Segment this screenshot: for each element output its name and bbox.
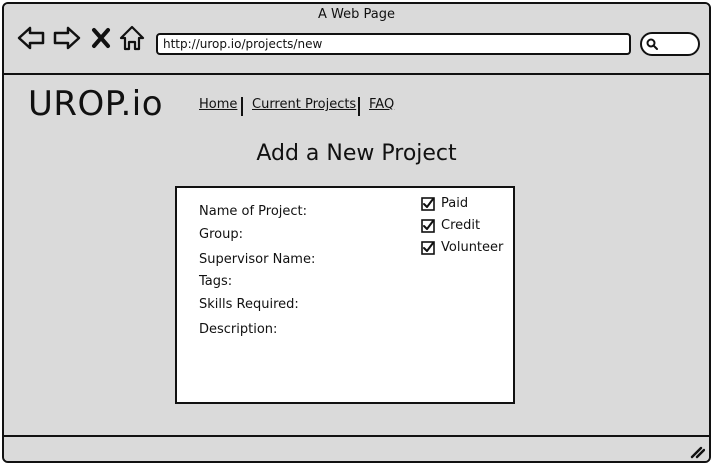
back-arrow-icon[interactable] <box>16 23 46 53</box>
search-icon <box>646 38 658 50</box>
checkmark-icon <box>421 241 435 255</box>
checkmark-icon <box>421 197 435 211</box>
nav-separator <box>358 97 360 116</box>
field-label-tags: Tags: <box>199 274 233 289</box>
status-bar <box>4 435 709 461</box>
field-label-supervisor: Supervisor Name: <box>199 252 316 267</box>
checkbox-label: Volunteer <box>441 240 504 255</box>
address-bar-input[interactable]: http://urop.io/projects/new <box>156 33 631 55</box>
field-label-group: Group: <box>199 227 243 242</box>
checkbox-label: Paid <box>441 196 469 211</box>
field-label-project-name: Name of Project: <box>199 204 308 219</box>
browser-search-box[interactable] <box>640 32 700 56</box>
nav-link-home[interactable]: Home <box>199 97 237 112</box>
checkmark-icon <box>421 219 435 233</box>
field-label-description: Description: <box>199 322 278 337</box>
nav-link-faq[interactable]: FAQ <box>369 97 394 112</box>
home-icon[interactable] <box>118 23 146 53</box>
nav-separator <box>241 97 243 116</box>
new-project-form: Name of Project: Group: Supervisor Name:… <box>175 186 515 404</box>
forward-arrow-icon[interactable] <box>52 23 82 53</box>
page-title: Add a New Project <box>256 141 457 166</box>
resize-grip-icon[interactable] <box>689 445 705 459</box>
page-content: UROP.io Home Current Projects FAQ Add a … <box>4 75 709 435</box>
checkbox-label: Credit <box>441 218 481 233</box>
site-logo[interactable]: UROP.io <box>28 84 163 124</box>
window-title: A Web Page <box>318 7 395 22</box>
close-x-icon[interactable] <box>90 23 112 53</box>
browser-toolbar: A Web Page http://urop.io/projects/new <box>4 4 709 75</box>
nav-link-current-projects[interactable]: Current Projects <box>252 97 356 112</box>
field-label-skills: Skills Required: <box>199 297 299 312</box>
browser-window: A Web Page http://urop.io/projects/new U… <box>2 2 711 463</box>
